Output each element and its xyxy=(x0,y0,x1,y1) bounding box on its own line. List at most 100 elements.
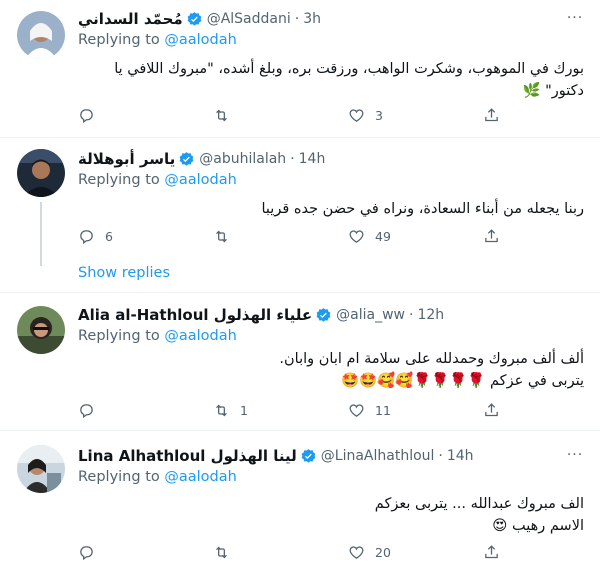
tweet-text: بورك في الموهوب، وشكرت الواهب، ورزقت بره… xyxy=(78,58,584,102)
timestamp[interactable]: 14h xyxy=(299,151,326,167)
avatar[interactable] xyxy=(17,149,65,197)
tweet-text: ألف ألف مبروك وحمدلله على سلامة ام ابان … xyxy=(78,348,584,392)
tweet-text-line: دكتور" 🌿 xyxy=(522,83,584,99)
mention-link[interactable]: @aalodah xyxy=(164,172,236,188)
retweet-count: 1 xyxy=(240,402,248,418)
like-button[interactable]: 20 xyxy=(348,541,391,563)
tweet-text-line: يتربى في عزكم 🌹🌹🌹🌹🥰🥰🤩🤩 xyxy=(340,373,584,389)
avatar-photo xyxy=(17,149,65,197)
heart-icon xyxy=(349,545,364,559)
heart-icon xyxy=(349,403,364,417)
replying-to: Replying to @aalodah xyxy=(78,32,237,48)
tweet-text-line: بورك في الموهوب، وشكرت الواهب، ورزقت بره… xyxy=(114,61,584,77)
tweet-text: ربنا يجعله من أبناء السعادة، ونراه في حض… xyxy=(78,198,584,220)
tweet-text-line: ربنا يجعله من أبناء السعادة، ونراه في حض… xyxy=(261,201,584,217)
reply-button[interactable] xyxy=(78,541,105,563)
retweet-button[interactable] xyxy=(213,541,240,563)
share-icon xyxy=(485,544,498,558)
reply-button[interactable] xyxy=(78,104,105,126)
retweet-button[interactable] xyxy=(213,225,240,247)
replying-to: Replying to @aalodah xyxy=(78,328,237,344)
separator-dot: · xyxy=(409,307,414,323)
like-count: 20 xyxy=(375,544,391,560)
username[interactable]: @alia_ww xyxy=(336,307,405,323)
verified-badge-icon xyxy=(187,11,202,26)
heart-icon xyxy=(349,108,364,122)
like-button[interactable]: 49 xyxy=(348,225,391,247)
mention-link[interactable]: @aalodah xyxy=(164,32,236,48)
retweet-icon xyxy=(216,230,227,242)
avatar[interactable] xyxy=(17,11,65,59)
like-button[interactable]: 3 xyxy=(348,104,383,126)
more-options-icon[interactable]: ··· xyxy=(564,11,586,30)
reply-icon xyxy=(80,229,93,244)
separator-dot: · xyxy=(294,11,300,27)
avatar-photo xyxy=(17,11,65,59)
display-name[interactable]: Alia al-Hathloul علياء الهذلول xyxy=(78,306,312,324)
tweet-actions: 20 xyxy=(78,541,498,563)
replying-to: Replying to @aalodah xyxy=(78,172,237,188)
retweet-icon xyxy=(216,546,227,558)
share-button[interactable] xyxy=(483,104,500,126)
avatar-photo xyxy=(17,306,65,354)
retweet-button[interactable] xyxy=(213,104,240,126)
share-button[interactable] xyxy=(483,225,500,247)
verified-badge-icon xyxy=(301,448,316,463)
like-count: 11 xyxy=(375,402,391,418)
verified-badge-icon xyxy=(179,151,194,166)
more-options-icon[interactable]: ··· xyxy=(564,448,586,467)
verified-badge-icon xyxy=(316,307,331,322)
tweet-actions: 1 11 xyxy=(78,399,498,421)
replies-feed: مُحمّد السداني @AlSaddani · 3h ··· Reply… xyxy=(0,0,600,569)
replying-label: Replying to xyxy=(78,32,165,48)
avatar-photo xyxy=(17,445,65,493)
username[interactable]: @LinaAlhathloul xyxy=(321,448,435,464)
timestamp[interactable]: 12h xyxy=(417,307,444,323)
display-name[interactable]: مُحمّد السداني xyxy=(78,10,183,28)
reply-icon xyxy=(80,403,93,418)
mention-link[interactable]: @aalodah xyxy=(164,469,236,485)
reply-button[interactable] xyxy=(78,399,105,421)
tweet-actions: 6 49 xyxy=(78,225,498,247)
reply-button[interactable]: 6 xyxy=(78,225,113,247)
avatar[interactable] xyxy=(17,306,65,354)
username[interactable]: @abuhilalah xyxy=(199,151,286,167)
replying-label: Replying to xyxy=(78,172,165,188)
display-name[interactable]: ياسر أبوهلالة xyxy=(78,150,175,168)
reply-count: 6 xyxy=(105,228,113,244)
avatar[interactable] xyxy=(17,445,65,493)
share-button[interactable] xyxy=(483,399,500,421)
replying-label: Replying to xyxy=(78,469,165,485)
tweet-text-line: الف مبروك عبدالله ... يتربى بعزكم xyxy=(374,496,584,512)
username[interactable]: @AlSaddani xyxy=(207,11,291,27)
display-name[interactable]: Lina Alhathloul لينا الهذلول xyxy=(78,447,297,465)
replying-label: Replying to xyxy=(78,328,165,344)
retweet-icon xyxy=(216,404,227,416)
timestamp[interactable]: 3h xyxy=(303,11,321,27)
tweet[interactable]: Alia al-Hathloul علياء الهذلول @alia_ww … xyxy=(0,293,600,431)
show-replies-link[interactable]: Show replies xyxy=(78,265,170,281)
mention-link[interactable]: @aalodah xyxy=(164,328,236,344)
tweet-actions: 3 xyxy=(78,104,498,126)
thread-line xyxy=(40,202,42,266)
heart-icon xyxy=(349,229,364,243)
tweet-text-line: ألف ألف مبروك وحمدلله على سلامة ام ابان … xyxy=(279,351,584,367)
timestamp[interactable]: 14h xyxy=(447,448,474,464)
replying-to: Replying to @aalodah xyxy=(78,469,237,485)
separator-dot: · xyxy=(438,448,443,464)
reply-icon xyxy=(80,108,93,123)
share-icon xyxy=(485,402,498,416)
share-icon xyxy=(485,107,498,121)
tweet[interactable]: Lina Alhathloul لينا الهذلول @LinaAlhath… xyxy=(0,431,600,569)
tweet[interactable]: ياسر أبوهلالة @abuhilalah · 14h Replying… xyxy=(0,138,600,293)
tweet[interactable]: مُحمّد السداني @AlSaddani · 3h ··· Reply… xyxy=(0,0,600,138)
like-button[interactable]: 11 xyxy=(348,399,391,421)
tweet-text-line: الاسم رهيب 😍 xyxy=(492,518,584,534)
share-button[interactable] xyxy=(483,541,500,563)
retweet-button[interactable]: 1 xyxy=(213,399,248,421)
like-count: 49 xyxy=(375,228,391,244)
tweet-text: الف مبروك عبدالله ... يتربى بعزكم الاسم … xyxy=(78,493,584,537)
separator-dot: · xyxy=(290,151,295,167)
reply-icon xyxy=(80,545,93,560)
retweet-icon xyxy=(216,109,227,121)
